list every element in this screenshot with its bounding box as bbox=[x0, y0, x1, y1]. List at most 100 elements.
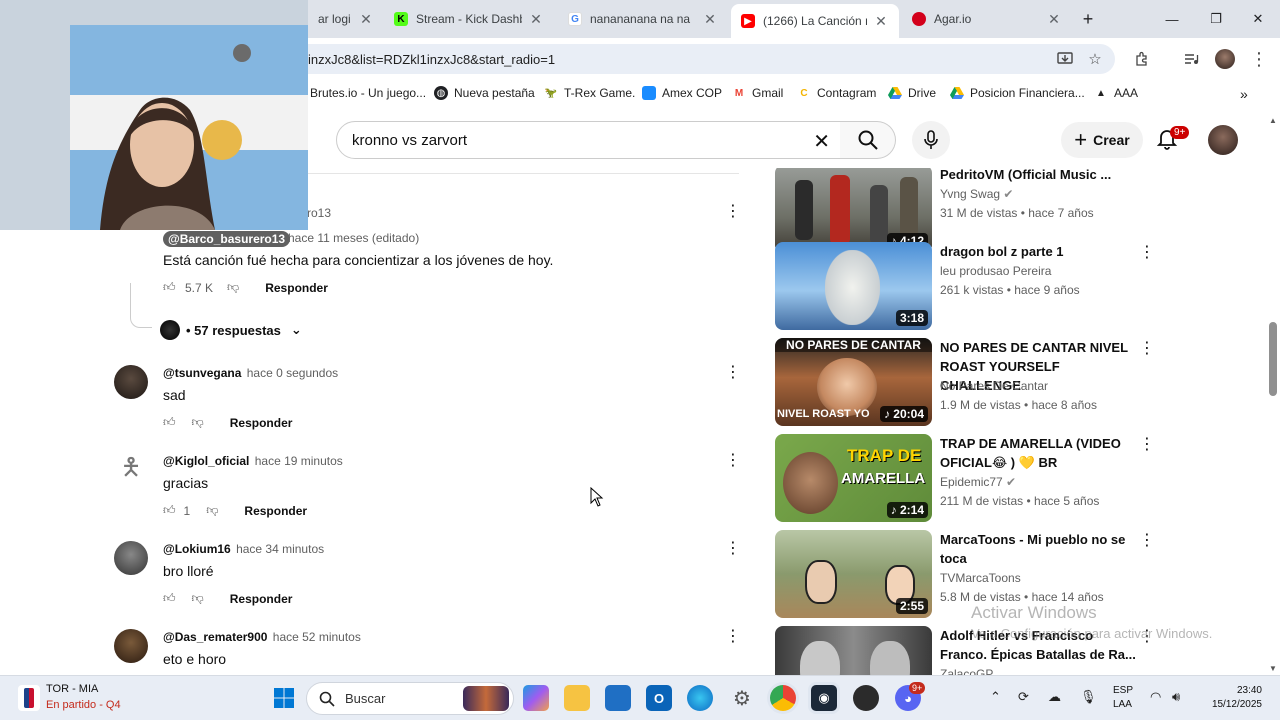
video-thumbnail[interactable]: TRAP DE AMARELLA ♪ 2:14 bbox=[775, 434, 932, 522]
comment-menu-icon[interactable]: ⋮ bbox=[723, 626, 743, 646]
comment-menu-icon[interactable]: ⋮ bbox=[723, 450, 743, 470]
edge-icon[interactable] bbox=[687, 685, 713, 711]
video-menu-icon[interactable]: ⋮ bbox=[1137, 242, 1157, 262]
comment-username[interactable]: @tsunvegana bbox=[163, 366, 241, 380]
address-bar[interactable]: inzxJc8&list=RDZkl1inzxJc8&start_radio=1 bbox=[300, 44, 1115, 74]
avatar[interactable] bbox=[114, 541, 148, 575]
search-button[interactable] bbox=[840, 121, 896, 159]
dislike-icon[interactable]: 👎︎ bbox=[227, 280, 239, 295]
video-thumbnail[interactable]: 2:55 bbox=[775, 530, 932, 618]
outlook-icon[interactable]: O bbox=[646, 685, 672, 711]
install-app-icon[interactable] bbox=[1052, 46, 1078, 72]
bookmark-posicion[interactable]: Posicion Financiera... bbox=[950, 86, 1085, 100]
video-item[interactable]: TRAP DE AMARELLA ♪ 2:14 TRAP DE AMARELLA… bbox=[775, 434, 1255, 526]
cloud-icon[interactable]: ☁ bbox=[1048, 689, 1061, 705]
scroll-down-icon[interactable]: ▼ bbox=[1269, 664, 1277, 673]
replies-toggle[interactable]: • 57 respuestas ⌄ bbox=[160, 320, 302, 340]
widget-title[interactable]: TOR - MIA bbox=[46, 683, 98, 695]
tab-1[interactable]: ar logi ✕ bbox=[308, 0, 384, 38]
volume-icon[interactable]: 🔊︎ bbox=[1172, 689, 1180, 705]
tab-4-active[interactable]: ▶ (1266) La Canción m ✕ bbox=[731, 4, 899, 38]
comment-menu-icon[interactable]: ⋮ bbox=[723, 538, 743, 558]
like-icon[interactable]: 👍︎ bbox=[163, 280, 179, 295]
avatar[interactable]: 🯅 bbox=[114, 453, 148, 487]
video-title[interactable]: PedritoVM (Official Music ... bbox=[940, 168, 1140, 184]
tab-3[interactable]: G nanananana na na ✕ bbox=[558, 0, 728, 38]
video-channel[interactable]: Epidemic77 ✔ bbox=[940, 475, 1016, 489]
wifi-icon[interactable]: ◠ bbox=[1150, 689, 1161, 705]
bookmark-nueva-pestana[interactable]: ◍ Nueva pestaña bbox=[434, 86, 535, 100]
reply-button[interactable]: Responder bbox=[244, 504, 307, 518]
like-icon[interactable]: 👍︎ bbox=[163, 503, 176, 518]
window-close-button[interactable]: ✕ bbox=[1236, 0, 1280, 38]
video-menu-icon[interactable]: ⋮ bbox=[1137, 530, 1157, 550]
reply-button[interactable]: Responder bbox=[230, 592, 293, 606]
settings-gear-icon[interactable]: ⚙ bbox=[729, 685, 755, 711]
avatar[interactable] bbox=[114, 629, 148, 663]
kebab-menu-icon[interactable]: ⋮ bbox=[1246, 46, 1272, 72]
video-item[interactable]: 3:18 dragon bol z parte 1 leu produsao P… bbox=[775, 242, 1255, 334]
close-icon[interactable]: ✕ bbox=[358, 11, 374, 28]
like-icon[interactable]: 👍︎ bbox=[163, 591, 176, 606]
account-avatar[interactable] bbox=[1208, 125, 1238, 155]
bookmark-contagram[interactable]: C Contagram bbox=[797, 86, 876, 100]
bookmark-brutes[interactable]: Brutes.io - Un juego... bbox=[310, 86, 426, 100]
video-channel[interactable]: leu produsao Pereira bbox=[940, 264, 1051, 278]
chrome-icon[interactable] bbox=[770, 685, 796, 711]
steam-icon[interactable]: ◉ bbox=[811, 685, 837, 711]
minimize-button[interactable]: — bbox=[1150, 0, 1194, 38]
video-title[interactable]: TRAP DE AMARELLA (VIDEO OFICIAL😂 ) 💛 BR bbox=[940, 434, 1140, 472]
avatar[interactable] bbox=[114, 365, 148, 399]
bookmark-gmail[interactable]: M Gmail bbox=[732, 86, 784, 100]
tab-2[interactable]: K Stream - Kick Dashbo ✕ bbox=[384, 0, 554, 38]
search-input[interactable]: kronno vs zarvort ✕ bbox=[336, 121, 841, 159]
bookmark-star-icon[interactable]: ☆ bbox=[1082, 46, 1108, 72]
comment-menu-icon[interactable]: ⋮ bbox=[723, 362, 743, 382]
close-icon[interactable]: ✕ bbox=[873, 13, 889, 30]
copilot-icon[interactable] bbox=[523, 685, 549, 711]
scroll-up-icon[interactable]: ▲ bbox=[1269, 116, 1277, 125]
video-thumbnail[interactable] bbox=[775, 626, 932, 675]
close-icon[interactable]: ✕ bbox=[1046, 11, 1062, 28]
scrollbar-thumb[interactable] bbox=[1269, 322, 1277, 396]
bookmark-amex[interactable]: Amex COP bbox=[642, 86, 722, 100]
new-tab-button[interactable]: + bbox=[1074, 0, 1102, 38]
more-bookmarks-icon[interactable]: » bbox=[1240, 86, 1248, 102]
video-menu-icon[interactable]: ⋮ bbox=[1137, 338, 1157, 358]
comment-username[interactable]: @Lokium16 bbox=[163, 542, 231, 556]
dislike-icon[interactable]: 👎︎ bbox=[192, 415, 204, 430]
language-indicator[interactable]: ESP LAA bbox=[1113, 684, 1133, 712]
sync-icon[interactable]: ⟳ bbox=[1018, 689, 1029, 705]
close-icon[interactable]: ✕ bbox=[528, 11, 544, 28]
video-thumbnail[interactable]: ♪ 4:12 bbox=[775, 168, 932, 253]
comment-username[interactable]: @Kiglol_oficial bbox=[163, 454, 249, 468]
dislike-icon[interactable]: 👎︎ bbox=[192, 591, 204, 606]
video-thumbnail[interactable]: NO PARES DE CANTAR NIVEL ROAST YO ♪ 20:0… bbox=[775, 338, 932, 426]
bookmark-aaa[interactable]: ▲ AAA bbox=[1094, 86, 1138, 100]
video-title[interactable]: MarcaToons - Mi pueblo no se toca bbox=[940, 530, 1140, 568]
tray-overflow-chevron-icon[interactable]: ⌃ bbox=[990, 689, 1001, 705]
video-channel[interactable]: TVMarcaToons bbox=[940, 571, 1021, 585]
file-explorer-icon[interactable] bbox=[564, 685, 590, 711]
close-icon[interactable]: ✕ bbox=[702, 11, 718, 28]
reply-button[interactable]: Responder bbox=[230, 416, 293, 430]
extensions-icon[interactable] bbox=[1129, 46, 1155, 72]
dislike-icon[interactable]: 👎︎ bbox=[206, 503, 218, 518]
create-button[interactable]: + Crear bbox=[1061, 122, 1143, 158]
maximize-button[interactable]: ❐ bbox=[1194, 0, 1238, 38]
like-icon[interactable]: 👍︎ bbox=[163, 415, 176, 430]
video-channel[interactable]: Yvng Swag ✔ bbox=[940, 187, 1013, 201]
voice-search-button[interactable] bbox=[912, 121, 950, 159]
media-controls-icon[interactable] bbox=[1178, 46, 1204, 72]
comment-menu-icon[interactable]: ⋮ bbox=[723, 201, 743, 221]
windows-start-icon[interactable] bbox=[271, 685, 297, 711]
bookmark-drive[interactable]: Drive bbox=[888, 86, 936, 100]
video-channel[interactable]: No Pares De Cantar bbox=[940, 379, 1048, 393]
comment-username[interactable]: @Barco_basurero13 bbox=[163, 231, 291, 247]
reply-button[interactable]: Responder bbox=[265, 281, 328, 295]
store-icon[interactable] bbox=[605, 685, 631, 711]
video-menu-icon[interactable]: ⋮ bbox=[1137, 434, 1157, 454]
clock[interactable]: 23:40 15/12/2025 bbox=[1200, 684, 1262, 712]
video-channel[interactable]: ZalacoGP bbox=[940, 667, 993, 675]
video-thumbnail[interactable]: 3:18 bbox=[775, 242, 932, 330]
